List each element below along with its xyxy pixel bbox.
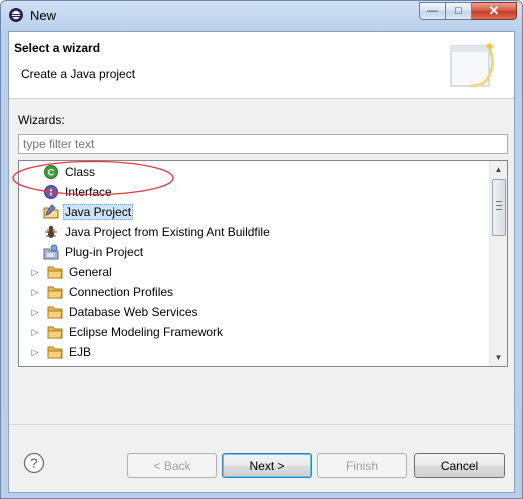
new-wizard-banner-icon	[450, 42, 495, 88]
svg-text:?: ?	[30, 456, 37, 471]
wizard-tree-item-label: Java Project	[63, 204, 134, 220]
wizard-tree-item[interactable]: Java Project	[43, 202, 134, 222]
window-title: New	[30, 8, 57, 23]
minimize-icon: —	[427, 5, 438, 17]
folder-icon	[47, 344, 63, 360]
cancel-button[interactable]: Cancel	[414, 453, 505, 478]
new-wizard-dialog: New — □ ✕ Select a wizard Create a Java …	[0, 0, 523, 499]
folder-icon	[47, 284, 63, 300]
footer-separator	[9, 424, 514, 425]
wizard-tree-item-label: Connection Profiles	[69, 285, 174, 299]
wizard-tree-item[interactable]: ▷ General	[29, 262, 114, 282]
wizard-tree-item[interactable]: Plug-in Project	[43, 242, 145, 262]
maximize-button[interactable]: □	[446, 2, 472, 20]
dialog-client-area: Select a wizard Create a Java project Wi…	[8, 31, 515, 493]
wizard-tree-item[interactable]: ▷ Database Web Services	[29, 302, 200, 322]
title-bar[interactable]: New — □ ✕	[1, 1, 522, 31]
close-button[interactable]: ✕	[472, 2, 517, 20]
wizards-label: Wizards:	[18, 113, 65, 127]
expand-arrow-icon[interactable]: ▷	[29, 327, 41, 338]
tree-scrollbar[interactable]: ▲ ▼	[489, 161, 507, 366]
next-button[interactable]: Next >	[222, 453, 312, 478]
expand-arrow-icon[interactable]: ▷	[29, 307, 41, 318]
folder-icon	[47, 264, 63, 280]
wizard-banner: Select a wizard Create a Java project	[9, 32, 514, 99]
banner-description: Create a Java project	[21, 67, 136, 81]
wizard-tree-item-label: Eclipse Modeling Framework	[69, 325, 224, 339]
wizard-tree-item-label: Java Project from Existing Ant Buildfile	[65, 225, 270, 239]
maximize-icon: □	[455, 5, 462, 17]
highlight-annotation-ellipse	[12, 160, 174, 196]
wizard-tree-item-label: Database Web Services	[69, 305, 198, 319]
plugin-project-icon	[43, 244, 59, 260]
banner-title: Select a wizard	[14, 41, 101, 55]
filter-input[interactable]	[18, 134, 508, 154]
wizard-tree-item[interactable]: ▷ EJB	[29, 342, 93, 362]
close-icon: ✕	[488, 3, 500, 18]
expand-arrow-icon[interactable]: ▷	[29, 287, 41, 298]
wizard-tree-item[interactable]: Java Project from Existing Ant Buildfile	[43, 222, 272, 242]
expand-arrow-icon[interactable]: ▷	[29, 347, 41, 358]
ant-project-icon	[43, 224, 59, 240]
folder-icon	[47, 304, 63, 320]
java-project-icon	[43, 204, 59, 220]
wizard-tree-item[interactable]: ▷ Connection Profiles	[29, 282, 175, 302]
wizard-tree-item-label: Plug-in Project	[65, 245, 144, 259]
scroll-up-arrow-icon[interactable]: ▲	[490, 161, 507, 178]
scroll-down-arrow-icon[interactable]: ▼	[490, 349, 507, 366]
wizard-tree-item-label: EJB	[69, 345, 92, 359]
expand-arrow-icon[interactable]: ▷	[29, 267, 41, 278]
caption-buttons: — □ ✕	[419, 2, 517, 20]
minimize-button[interactable]: —	[419, 2, 446, 20]
scrollbar-thumb[interactable]	[492, 179, 506, 236]
wizard-tree-item[interactable]: ▷ Eclipse Modeling Framework	[29, 322, 225, 342]
help-icon[interactable]: ?	[23, 452, 45, 474]
back-button[interactable]: < Back	[127, 453, 217, 478]
eclipse-app-icon	[9, 8, 23, 22]
folder-icon	[47, 324, 63, 340]
finish-button[interactable]: Finish	[317, 453, 407, 478]
wizard-tree-item-label: General	[69, 265, 112, 279]
